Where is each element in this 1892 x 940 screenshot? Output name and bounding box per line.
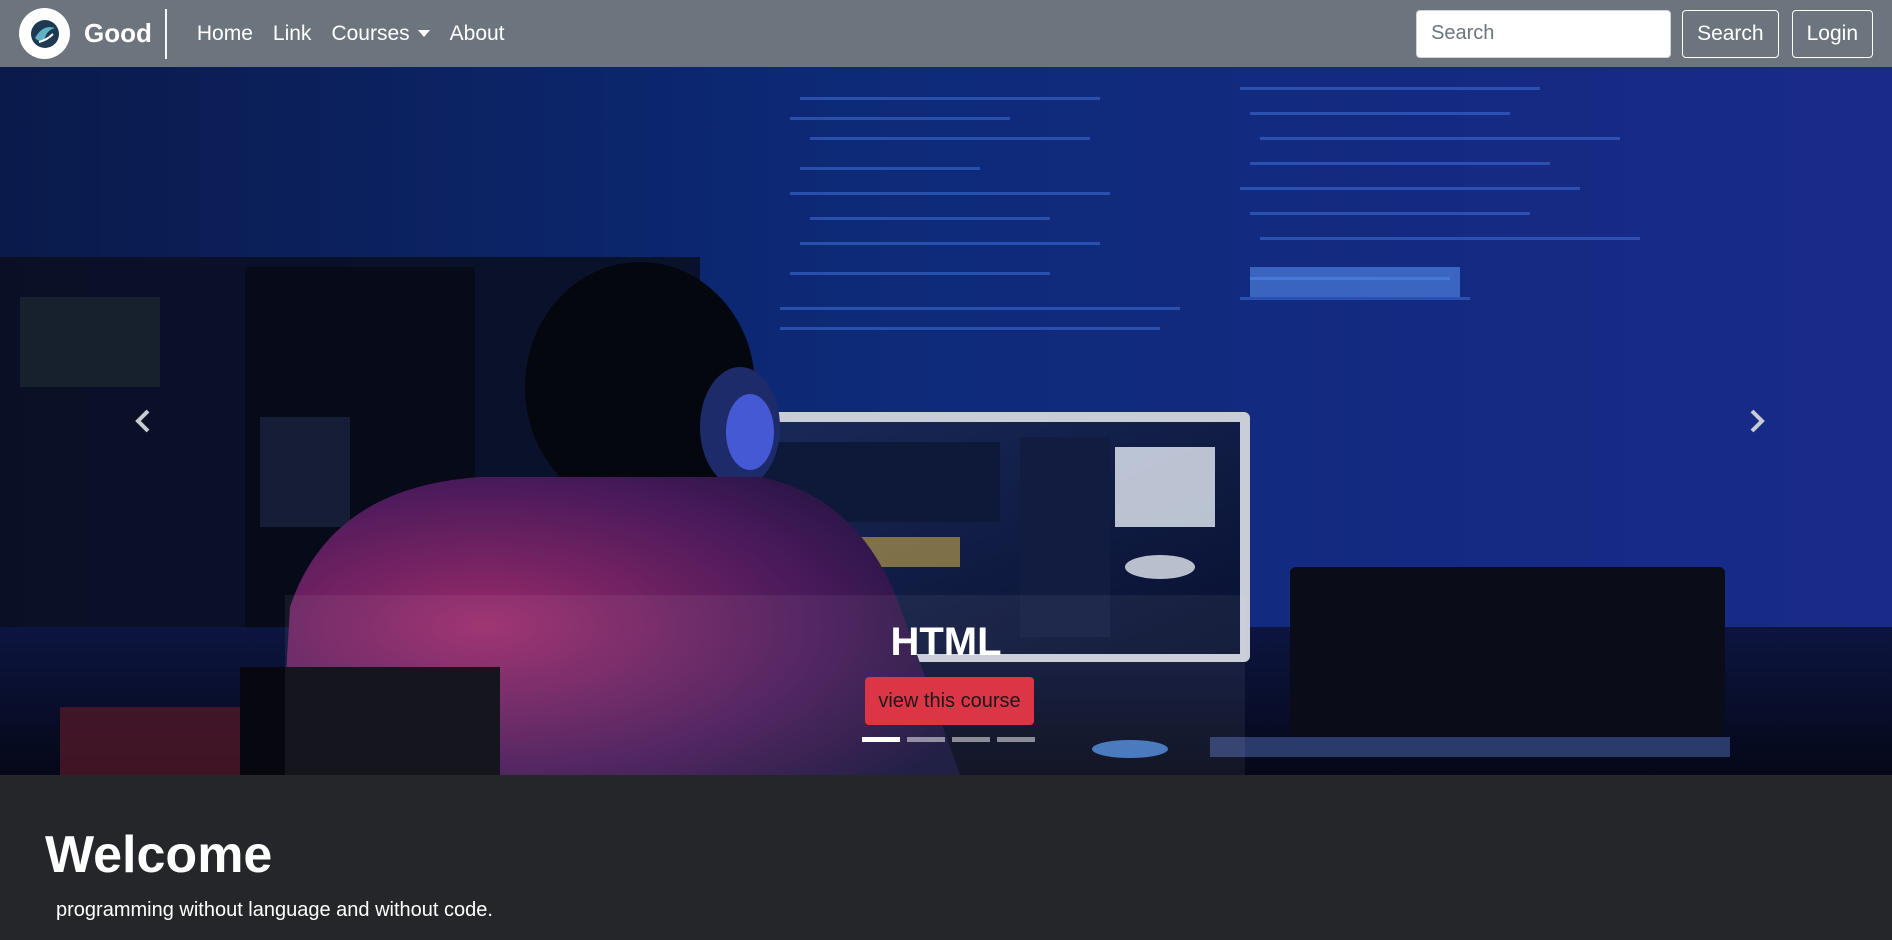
welcome-text: programming without language and without… — [56, 899, 493, 921]
welcome-section: Welcome programming without language and… — [0, 775, 1892, 940]
hero-carousel: HTML view this course — [0, 67, 1892, 775]
brand-name: Good — [84, 18, 152, 48]
carousel-indicator-3[interactable] — [952, 737, 990, 742]
nav-link-about[interactable]: About — [450, 22, 505, 46]
login-button[interactable]: Login — [1791, 9, 1873, 58]
nav-link-home[interactable]: Home — [197, 22, 253, 46]
search-button[interactable]: Search — [1682, 9, 1779, 58]
nav-dropdown-courses-label: Courses — [331, 21, 410, 45]
nav-dropdown-courses[interactable]: Courses — [331, 21, 430, 46]
carousel-indicator-4[interactable] — [997, 737, 1035, 742]
chevron-left-icon — [135, 409, 150, 433]
nav-link-link[interactable]: Link — [273, 22, 312, 46]
search-input[interactable] — [1416, 9, 1672, 58]
carousel-indicator-1[interactable] — [862, 737, 900, 742]
carousel-next-control[interactable] — [1742, 401, 1772, 441]
brand[interactable]: Good — [19, 0, 152, 67]
welcome-title: Welcome — [45, 826, 273, 884]
slide-title: HTML — [890, 620, 1002, 664]
brand-divider — [164, 8, 167, 59]
navbar: Good Home Link Courses About Search Logi… — [0, 0, 1892, 67]
nav-right: Search Login — [1416, 9, 1873, 58]
carousel-indicator-2[interactable] — [907, 737, 945, 742]
caret-down-icon — [417, 30, 430, 37]
carousel-prev-control[interactable] — [128, 401, 158, 441]
chevron-right-icon — [1750, 409, 1765, 433]
carousel-indicators — [862, 737, 1042, 742]
logo-icon — [19, 8, 70, 59]
view-course-button[interactable]: view this course — [865, 677, 1034, 725]
